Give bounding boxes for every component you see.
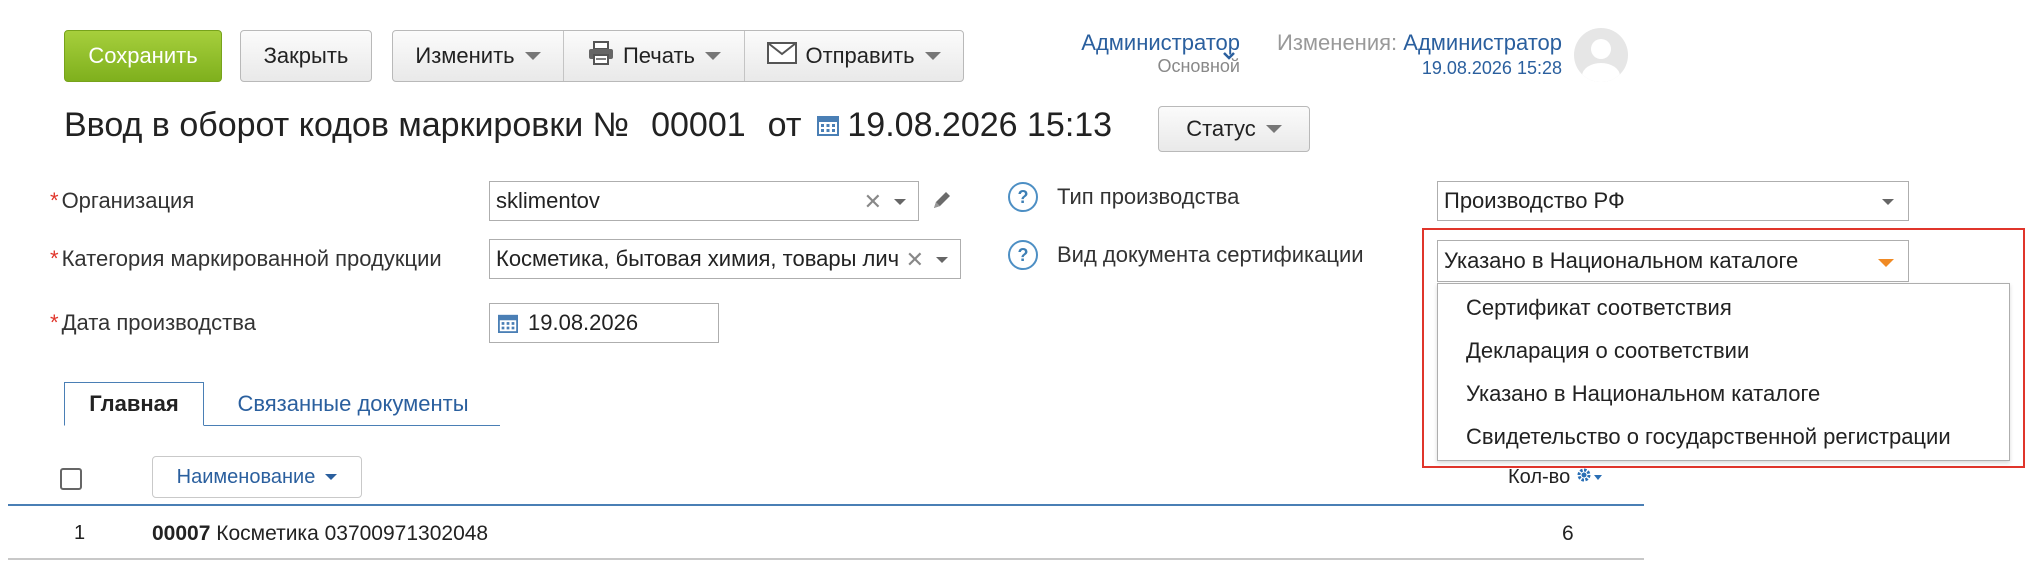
tab-main-label: Главная — [89, 391, 179, 416]
user-name: Администратор — [1081, 30, 1240, 55]
dropdown-option[interactable]: Указано в Национальном каталоге — [1438, 372, 2009, 415]
calendar-icon[interactable] — [498, 313, 518, 339]
tab-main[interactable]: Главная — [64, 382, 204, 426]
send-button[interactable]: Отправить — [745, 31, 963, 81]
help-icon[interactable]: ? — [1008, 182, 1038, 212]
production-type-value: Производство РФ — [1444, 188, 1625, 213]
category-field[interactable]: Косметика, бытовая химия, товары лич ✕ — [489, 239, 961, 279]
cert-type-value: Указано в Национальном каталоге — [1444, 248, 1799, 273]
dropdown-option[interactable]: Сертификат соответствия — [1438, 286, 2009, 329]
chevron-down-icon — [524, 52, 541, 60]
table-row[interactable]: 1 00007 Косметика 03700971302048 6 — [8, 506, 1644, 560]
document-number: 00001 — [651, 106, 746, 144]
changes-user-link[interactable]: Администратор — [1403, 30, 1562, 55]
production-date-value: 19.08.2026 — [528, 310, 639, 335]
cert-type-label: Вид документа сертификации — [1057, 242, 1364, 267]
row-qty: 6 — [1562, 522, 1574, 545]
change-button-label: Изменить — [415, 43, 515, 68]
chevron-down-icon[interactable] — [936, 257, 948, 263]
date-from-label: от — [767, 106, 802, 144]
clear-icon[interactable]: ✕ — [864, 189, 882, 215]
cert-type-select[interactable]: Указано в Национальном каталоге — [1437, 240, 1909, 282]
row-product-name: Косметика 03700971302048 — [216, 522, 489, 545]
row-product: 00007 Косметика 03700971302048 — [152, 522, 488, 546]
row-product-code: 00007 — [152, 522, 211, 545]
production-date-field[interactable]: 19.08.2026 — [489, 303, 719, 343]
changes-info: Изменения: Администратор 19.08.2026 15:2… — [1262, 30, 1562, 80]
calendar-icon — [817, 106, 840, 145]
chevron-down-icon[interactable] — [1222, 48, 1236, 66]
status-button[interactable]: Статус — [1158, 106, 1310, 152]
production-date-label: * Дата производства — [50, 310, 256, 335]
send-button-label: Отправить — [805, 43, 915, 68]
user-menu[interactable]: Администратор Основной — [1030, 30, 1240, 80]
pencil-icon[interactable] — [930, 188, 954, 217]
print-button[interactable]: Печать — [564, 31, 744, 81]
chevron-down-icon — [705, 52, 722, 60]
tab-related-documents-label: Связанные документы — [237, 391, 469, 416]
close-button[interactable]: Закрыть — [240, 30, 372, 82]
clear-icon[interactable]: ✕ — [905, 247, 924, 273]
chevron-down-icon — [1878, 259, 1894, 267]
organization-value: sklimentov — [496, 188, 600, 213]
help-icon[interactable]: ? — [1008, 240, 1038, 270]
production-type-select[interactable]: Производство РФ — [1437, 181, 1909, 221]
chevron-down-icon[interactable] — [894, 199, 906, 205]
chevron-down-icon[interactable] — [1594, 475, 1603, 480]
cert-type-dropdown: Сертификат соответствия Декларация о соо… — [1437, 283, 2010, 461]
save-button-label: Сохранить — [88, 43, 198, 68]
chevron-down-icon — [325, 474, 338, 480]
page-title: Ввод в оборот кодов маркировки № 00001 о… — [64, 106, 1112, 145]
row-number: 1 — [74, 522, 86, 544]
status-button-label: Статус — [1186, 116, 1256, 141]
gear-icon[interactable] — [1576, 466, 1592, 489]
close-button-label: Закрыть — [263, 43, 349, 68]
document-datetime: 19.08.2026 15:13 — [847, 106, 1113, 144]
select-all-checkbox[interactable] — [60, 468, 82, 490]
production-type-label: Тип производства — [1057, 184, 1240, 209]
qty-column-header[interactable]: Кол-во — [1508, 466, 1603, 489]
dropdown-option[interactable]: Свидетельство о государственной регистра… — [1438, 415, 2009, 458]
dropdown-option[interactable]: Декларация о соответствии — [1438, 329, 2009, 372]
save-button[interactable]: Сохранить — [64, 30, 222, 82]
print-button-label: Печать — [622, 43, 696, 68]
qty-column-label: Кол-во — [1508, 466, 1571, 488]
envelope-icon — [767, 42, 798, 70]
printer-icon — [587, 41, 615, 71]
action-button-group: Изменить Печать Отправить — [392, 30, 964, 82]
organization-field[interactable]: sklimentov ✕ — [489, 181, 919, 221]
organization-label: * Организация — [50, 188, 195, 213]
tab-related-documents[interactable]: Связанные документы — [206, 382, 500, 426]
changes-date: 19.08.2026 15:28 — [1421, 58, 1562, 78]
chevron-down-icon — [924, 52, 941, 60]
page-title-text: Ввод в оборот кодов маркировки № — [64, 106, 630, 144]
chevron-down-icon — [1265, 125, 1282, 133]
changes-prefix: Изменения: — [1277, 30, 1398, 55]
category-label: * Категория маркированной продукции — [50, 246, 442, 271]
chevron-down-icon — [1882, 199, 1894, 205]
name-column-header[interactable]: Наименование — [152, 456, 362, 498]
change-button[interactable]: Изменить — [393, 31, 563, 81]
avatar[interactable] — [1574, 28, 1628, 82]
category-value: Косметика, бытовая химия, товары лич — [496, 246, 900, 271]
name-column-label: Наименование — [176, 465, 316, 488]
